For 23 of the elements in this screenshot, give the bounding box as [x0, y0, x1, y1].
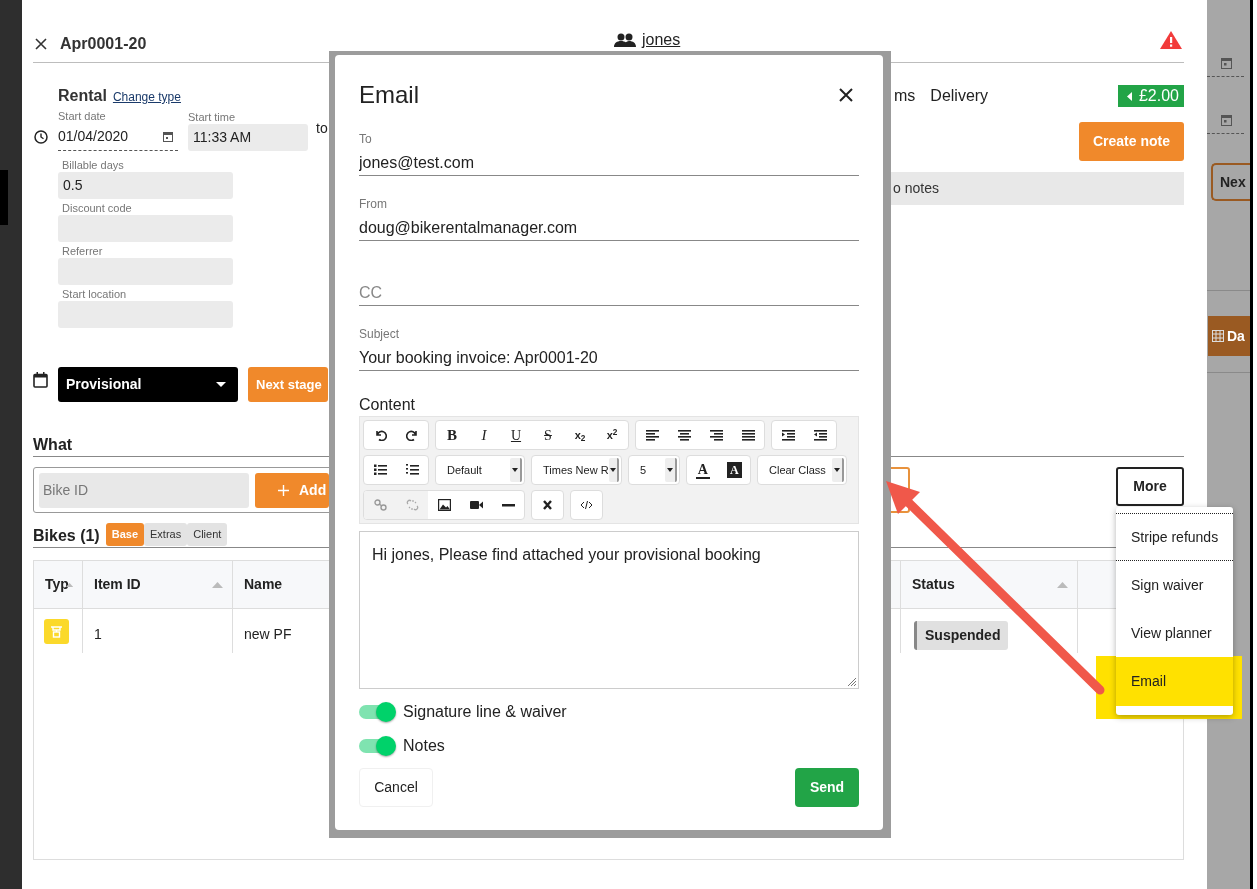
field-label: Discount code	[61, 202, 133, 215]
content-label: Content	[359, 396, 417, 414]
field-label: To	[359, 132, 373, 146]
toggle-label: Notes	[403, 736, 445, 756]
field-label: Start time	[188, 111, 237, 124]
booking-title: Apr0001-20	[60, 34, 147, 54]
field-label: Start location	[61, 288, 128, 301]
field-label: Referrer	[61, 245, 104, 258]
to-label: to	[316, 119, 328, 138]
editor-text: Hi jones, Please find attached your provisional booking	[372, 545, 762, 565]
table-cell: 1	[94, 626, 102, 642]
field-label: Billable days	[61, 159, 125, 172]
field-label: Start date	[58, 110, 107, 123]
field-label: From	[359, 197, 388, 211]
table-cell: new PF	[244, 626, 292, 642]
balance-badge: £2.00	[1118, 85, 1184, 107]
dialog-title: Email	[359, 80, 419, 110]
notes-empty-text: o notes	[892, 179, 939, 198]
booking-type: Rental	[58, 86, 107, 106]
field-label: Subject	[359, 327, 401, 341]
toggle-label: Signature line & waiver	[403, 702, 567, 722]
section-heading: Bikes (1)	[33, 526, 100, 546]
status-badge: Suspended	[914, 621, 1009, 650]
